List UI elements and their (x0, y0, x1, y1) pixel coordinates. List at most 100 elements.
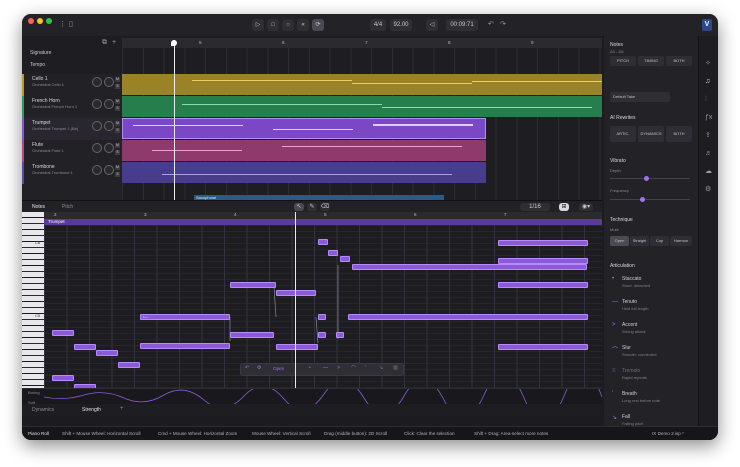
track-header-flute[interactable]: Flute Orchestral Flute 1 M S (22, 140, 124, 163)
view-options-button[interactable]: ◉▾ (579, 203, 593, 211)
ai-dynamics-button[interactable]: DYNAMICS (638, 126, 664, 142)
solo-button[interactable]: S (115, 84, 120, 89)
loop-button[interactable]: ⟳ (312, 19, 324, 31)
volume-knob[interactable] (92, 165, 102, 175)
stop-button[interactable]: □ (267, 19, 279, 31)
pianoroll-ruler[interactable]: 2 3 4 5 6 7 (44, 212, 602, 219)
mute-cup-button[interactable]: Cup (650, 236, 669, 246)
undo-icon[interactable]: ↶ (488, 21, 494, 29)
fall-icon[interactable]: ↘ (379, 365, 383, 371)
pan-knob[interactable] (104, 121, 114, 131)
snap-toggle[interactable]: ⊞ (559, 203, 569, 211)
mixer-icon[interactable]: ⫶ (705, 96, 707, 104)
slur-icon[interactable]: ⌒ (351, 365, 356, 372)
volume-knob[interactable] (92, 77, 102, 87)
volume-knob[interactable] (92, 99, 102, 109)
tenuto-icon[interactable]: — (323, 365, 328, 371)
pan-knob[interactable] (104, 143, 114, 153)
time-signature[interactable]: 4/4 (370, 19, 386, 31)
tab-notes[interactable]: Notes (32, 204, 45, 210)
rewind-button[interactable]: « (297, 19, 309, 31)
track-header-cello[interactable]: Cello 1 Orchestral Cello 1 M S (22, 74, 124, 97)
volume-knob[interactable] (92, 121, 102, 131)
region-flute[interactable] (122, 140, 486, 161)
ai-both-button[interactable]: BOTH (666, 126, 692, 142)
take-select[interactable]: Default Take (610, 92, 670, 102)
mute-button[interactable]: M (115, 143, 120, 148)
track-header-french-horn[interactable]: French Horn Orchestral French Horn 1 M S (22, 96, 124, 119)
ai-artic-button[interactable]: ARTIC. (610, 126, 636, 142)
region-french-horn[interactable] (122, 96, 602, 117)
mute-mode-select[interactable]: Open (273, 366, 284, 371)
mute-button[interactable]: M (115, 77, 120, 82)
add-track-icon[interactable]: ⧉ (102, 39, 107, 47)
tempo-display[interactable]: 92.00 (390, 19, 412, 31)
settings-icon[interactable]: ⚙ (705, 186, 711, 194)
mute-straight-button[interactable]: Straight (630, 236, 649, 246)
mute-button[interactable]: M (115, 165, 120, 170)
pan-knob[interactable] (104, 165, 114, 175)
minimize-window-button[interactable] (37, 18, 43, 24)
tab-pitch[interactable]: Pitch (62, 204, 73, 210)
document-icon[interactable]: ▯ (69, 21, 73, 29)
fx-icon[interactable]: ƒx (705, 114, 712, 122)
instrument-icon[interactable]: ✧ (705, 60, 711, 68)
playhead[interactable] (174, 40, 175, 200)
settings-icon[interactable]: ⚙ (257, 365, 261, 371)
solo-button[interactable]: S (115, 150, 120, 155)
solo-button[interactable]: S (115, 106, 120, 111)
breath-icon[interactable]: ’ (365, 365, 366, 371)
frequency-slider[interactable] (610, 197, 690, 202)
eraser-tool-button[interactable]: ⌫ (320, 203, 330, 211)
track-header-more[interactable] (22, 184, 122, 201)
pan-knob[interactable] (104, 99, 114, 109)
accent-icon[interactable]: > (337, 365, 340, 371)
cloud-icon[interactable]: ☁ (705, 168, 712, 176)
articulation-item[interactable]: Accent Strong attack (622, 322, 646, 334)
articulation-item[interactable]: Fall Falling pitch (622, 414, 643, 426)
depth-slider[interactable] (610, 176, 690, 181)
articulation-item[interactable]: Tenuto Held full length (622, 299, 648, 311)
metronome-button[interactable]: ◁ (426, 19, 438, 31)
mute-button[interactable]: M (115, 121, 120, 126)
both-button[interactable]: BOTH (666, 56, 692, 66)
region-cello[interactable] (122, 74, 602, 95)
articulation-item[interactable]: Slur Smooth, connected (622, 345, 656, 357)
quantize-select[interactable]: 1/16 (520, 203, 550, 211)
record-button[interactable]: ○ (282, 19, 294, 31)
headphones-icon[interactable]: ♬ (705, 150, 712, 158)
timing-button[interactable]: TIMING (638, 56, 664, 66)
playhead[interactable] (295, 212, 296, 402)
track-header-trumpet[interactable]: Trumpet Orchestral Trumpet 1 (Bb) M S (22, 118, 124, 141)
export-icon[interactable]: ⇪ (705, 132, 711, 140)
delete-icon[interactable]: ▥ (393, 365, 398, 371)
mute-open-button[interactable]: Open (610, 236, 629, 246)
pan-knob[interactable] (104, 77, 114, 87)
redo-icon[interactable]: ↷ (500, 21, 506, 29)
region-trumpet[interactable] (122, 118, 486, 139)
mute-button[interactable]: M (115, 99, 120, 104)
tab-dynamics[interactable]: Dynamics (32, 407, 54, 413)
pitch-button[interactable]: PITCH (610, 56, 636, 66)
piano-keyboard[interactable] (22, 212, 44, 388)
articulation-item[interactable]: Tremolo Rapid repeats (622, 368, 647, 380)
arrangement-ruler[interactable]: 5 6 7 8 9 (122, 38, 602, 48)
tab-strength[interactable]: Strength (82, 407, 101, 413)
mute-harmon-button[interactable]: Harmon (670, 236, 692, 246)
close-window-button[interactable] (28, 18, 34, 24)
staccato-icon[interactable]: • (309, 365, 311, 371)
music-note-icon[interactable]: ♫ (705, 78, 710, 86)
automation-lane[interactable]: Brning Soft (22, 388, 602, 405)
zoom-window-button[interactable] (46, 18, 52, 24)
region-trombone[interactable] (122, 162, 486, 183)
track-header-trombone[interactable]: Trombone Orchestral Trombone 1 M S (22, 162, 124, 185)
pencil-tool-button[interactable]: ✎ (307, 203, 317, 211)
undo-icon[interactable]: ↶ (245, 365, 249, 371)
solo-button[interactable]: S (115, 172, 120, 177)
solo-button[interactable]: S (115, 128, 120, 133)
articulation-item[interactable]: Staccato Short, detached (622, 276, 650, 288)
add-lane-icon[interactable]: + (120, 406, 124, 412)
play-button[interactable]: ▷ (252, 19, 264, 31)
volume-knob[interactable] (92, 143, 102, 153)
articulation-item[interactable]: Breath Long rest before note (622, 391, 660, 403)
